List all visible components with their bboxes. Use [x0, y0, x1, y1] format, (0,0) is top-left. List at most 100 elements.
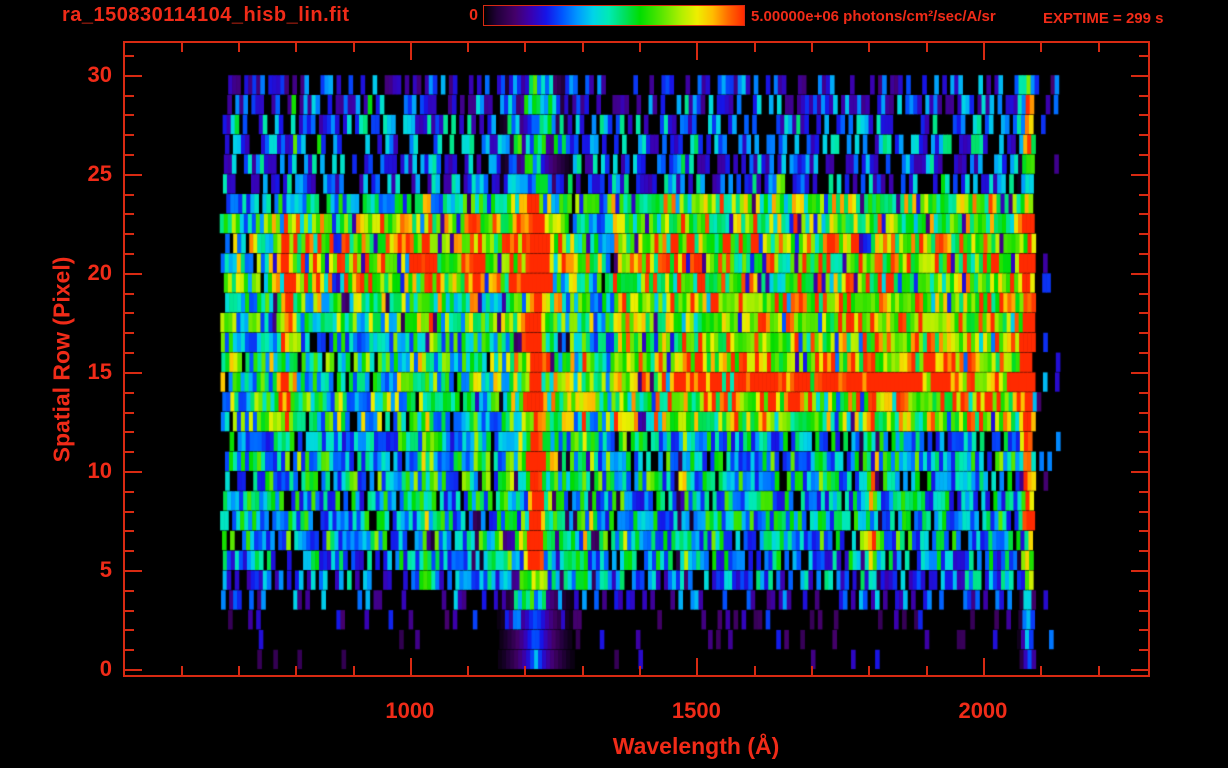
x-tick-label: 1500: [671, 698, 721, 723]
axis-tick: [1139, 292, 1148, 295]
axis-tick: [982, 43, 985, 60]
axis-tick: [868, 666, 871, 675]
axis-tick: [295, 43, 298, 52]
colorbar-max-label: 5.00000e+06 photons/cm²/sec/A/sr: [751, 8, 996, 25]
axis-tick: [125, 371, 142, 374]
axis-tick: [925, 43, 928, 52]
y-tick-label: 30: [87, 61, 112, 87]
axis-tick: [1139, 391, 1148, 394]
axis-tick: [581, 43, 584, 52]
axis-tick: [352, 666, 355, 675]
y-tick-label: 0: [99, 656, 112, 682]
y-tick-label: 10: [87, 457, 112, 483]
axis-tick: [1131, 371, 1148, 374]
axis-tick: [925, 666, 928, 675]
axis-tick: [696, 43, 699, 60]
axis-tick: [581, 666, 584, 675]
axis-tick: [295, 666, 298, 675]
axis-tick: [409, 43, 412, 60]
axis-tick: [125, 272, 142, 275]
axis-tick: [237, 666, 240, 675]
file-title: ra_150830114104_hisb_lin.fit: [62, 4, 350, 26]
axis-tick: [125, 510, 134, 513]
axis-tick: [125, 114, 134, 117]
axis-tick: [1139, 193, 1148, 196]
axis-tick: [1139, 54, 1148, 57]
axis-tick: [1131, 74, 1148, 77]
axis-tick: [125, 629, 134, 632]
axis-tick: [125, 54, 134, 57]
axis-tick: [125, 292, 134, 295]
axis-tick: [811, 43, 813, 52]
axis-tick: [125, 74, 142, 77]
axis-tick: [125, 233, 134, 236]
axis-tick: [409, 658, 412, 675]
axis-tick: [125, 490, 134, 493]
exptime-label: EXPTIME = 299 s: [1043, 10, 1164, 27]
axis-tick: [1139, 134, 1148, 137]
axis-tick: [1040, 43, 1043, 52]
axis-tick: [125, 649, 134, 652]
axis-tick: [1139, 332, 1148, 335]
axis-tick: [125, 134, 134, 137]
axis-tick: [1139, 253, 1148, 255]
axis-tick: [1139, 352, 1148, 355]
y-tick-label: 20: [87, 259, 112, 285]
spectrogram-viewer: ra_150830114104_hisb_lin.fit 0 5.00000e+…: [0, 0, 1228, 768]
axis-tick: [1131, 173, 1148, 176]
axis-tick: [639, 43, 642, 52]
axis-tick: [352, 43, 355, 52]
axis-tick: [639, 666, 642, 675]
axis-tick: [1139, 94, 1148, 97]
axis-tick: [1131, 470, 1148, 473]
axis-tick: [753, 666, 756, 675]
axis-tick: [125, 431, 134, 434]
axis-tick: [125, 470, 142, 473]
axis-tick: [125, 332, 134, 335]
axis-tick: [1139, 451, 1148, 454]
y-tick-label: 5: [99, 556, 112, 582]
axis-tick: [180, 666, 183, 675]
axis-tick: [1139, 233, 1148, 236]
axis-tick: [1139, 411, 1148, 414]
axis-tick: [696, 658, 699, 675]
axis-tick: [125, 609, 134, 612]
axis-tick: [1139, 649, 1148, 652]
plot-frame: [123, 41, 1150, 677]
x-tick-label: 2000: [958, 698, 1008, 723]
axis-tick: [125, 352, 134, 355]
axis-tick: [1139, 312, 1148, 315]
axis-tick: [1139, 609, 1148, 612]
y-tick-label: 25: [87, 160, 112, 186]
axis-tick: [125, 153, 134, 156]
axis-tick: [125, 530, 134, 533]
axis-tick: [180, 43, 183, 52]
axis-tick: [125, 213, 134, 216]
axis-tick: [125, 253, 134, 255]
axis-tick: [1139, 629, 1148, 632]
axis-tick: [1139, 213, 1148, 216]
axis-tick: [1139, 153, 1148, 156]
axis-tick: [1139, 490, 1148, 493]
axis-tick: [1139, 431, 1148, 434]
axis-tick: [125, 94, 134, 97]
axis-tick: [125, 391, 134, 394]
axis-tick: [125, 550, 134, 553]
axis-tick: [982, 658, 985, 675]
axis-tick: [467, 43, 470, 52]
axis-tick: [1131, 669, 1148, 672]
axis-tick: [1131, 272, 1148, 275]
axis-tick: [811, 666, 813, 675]
axis-tick: [125, 193, 134, 196]
x-axis-title: Wavelength (Å): [612, 733, 780, 759]
axis-tick: [1097, 666, 1100, 675]
axis-tick: [125, 669, 142, 672]
axis-tick: [1139, 589, 1148, 592]
axis-tick: [125, 569, 142, 572]
y-tick-label: 15: [87, 358, 112, 384]
colorbar-gradient: [483, 5, 745, 26]
axis-tick: [753, 43, 756, 52]
x-tick-label: 1000: [385, 698, 435, 723]
axis-tick: [868, 43, 871, 52]
axis-tick: [467, 666, 470, 675]
